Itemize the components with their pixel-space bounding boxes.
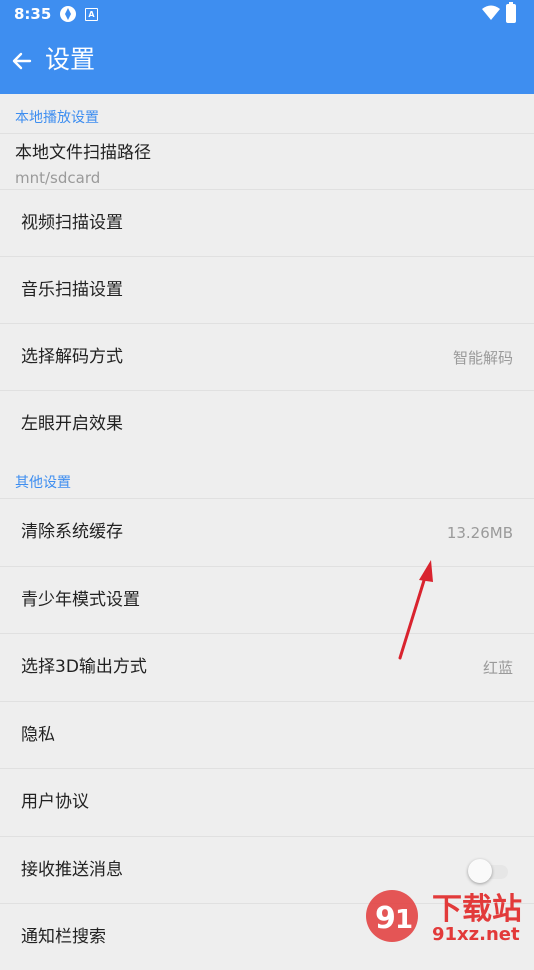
row-label: 视频扫描设置 [21, 213, 123, 233]
settings-row-video-scan[interactable]: 视频扫描设置 [0, 189, 534, 256]
battery-icon [506, 2, 516, 23]
row-label: 左眼开启效果 [21, 414, 123, 434]
back-arrow-icon[interactable] [10, 49, 34, 73]
svg-text:9: 9 [375, 901, 396, 936]
row-label: 清除系统缓存 [21, 522, 123, 542]
row-label: 接收推送消息 [21, 860, 123, 880]
svg-text:1: 1 [395, 905, 413, 935]
push-toggle[interactable] [468, 859, 512, 883]
row-value: 13.26MB [446, 524, 513, 542]
section-header-local-playback: 本地播放设置 [0, 94, 534, 133]
page-title: 设置 [45, 45, 96, 74]
row-label: 选择3D输出方式 [21, 657, 147, 677]
row-value: 红蓝 [482, 659, 513, 677]
row-label: 选择解码方式 [21, 347, 123, 367]
status-bar: 8:35 A [0, 0, 534, 28]
row-subtitle: mnt/sdcard [15, 169, 101, 187]
section-header-other: 其他设置 [0, 459, 534, 498]
row-label: 用户协议 [21, 792, 89, 812]
row-label: 通知栏搜索 [21, 927, 106, 947]
settings-row-teen-mode[interactable]: 青少年模式设置 [0, 566, 534, 633]
watermark-logo: 9 1 下载站 91xz.net [362, 880, 534, 950]
app-notification-icon: A [85, 8, 98, 21]
settings-row-left-eye[interactable]: 左眼开启效果 [0, 390, 534, 457]
status-time: 8:35 [14, 5, 52, 23]
row-label: 音乐扫描设置 [21, 280, 123, 300]
settings-row-decode-mode[interactable]: 选择解码方式 智能解码 [0, 323, 534, 390]
watermark-brand: 下载站 [432, 892, 522, 927]
row-value: 智能解码 [452, 349, 513, 367]
section-header-label: 本地播放设置 [15, 110, 99, 126]
section-header-label: 其他设置 [15, 475, 71, 491]
settings-row-clear-cache[interactable]: 清除系统缓存 13.26MB [0, 498, 534, 565]
row-label: 青少年模式设置 [21, 590, 140, 610]
row-label: 隐私 [21, 725, 55, 745]
settings-row-privacy[interactable]: 隐私 [0, 701, 534, 768]
sync-icon [60, 6, 76, 22]
wifi-icon [482, 5, 500, 20]
settings-row-music-scan[interactable]: 音乐扫描设置 [0, 256, 534, 323]
app-bar: 设置 [0, 28, 534, 94]
row-label: 本地文件扫描路径 [15, 143, 151, 163]
watermark-domain: 91xz.net [432, 924, 520, 945]
settings-row-user-agreement[interactable]: 用户协议 [0, 768, 534, 835]
settings-row-3d-output[interactable]: 选择3D输出方式 红蓝 [0, 633, 534, 700]
settings-row-local-path[interactable]: 本地文件扫描路径 mnt/sdcard [0, 133, 534, 189]
